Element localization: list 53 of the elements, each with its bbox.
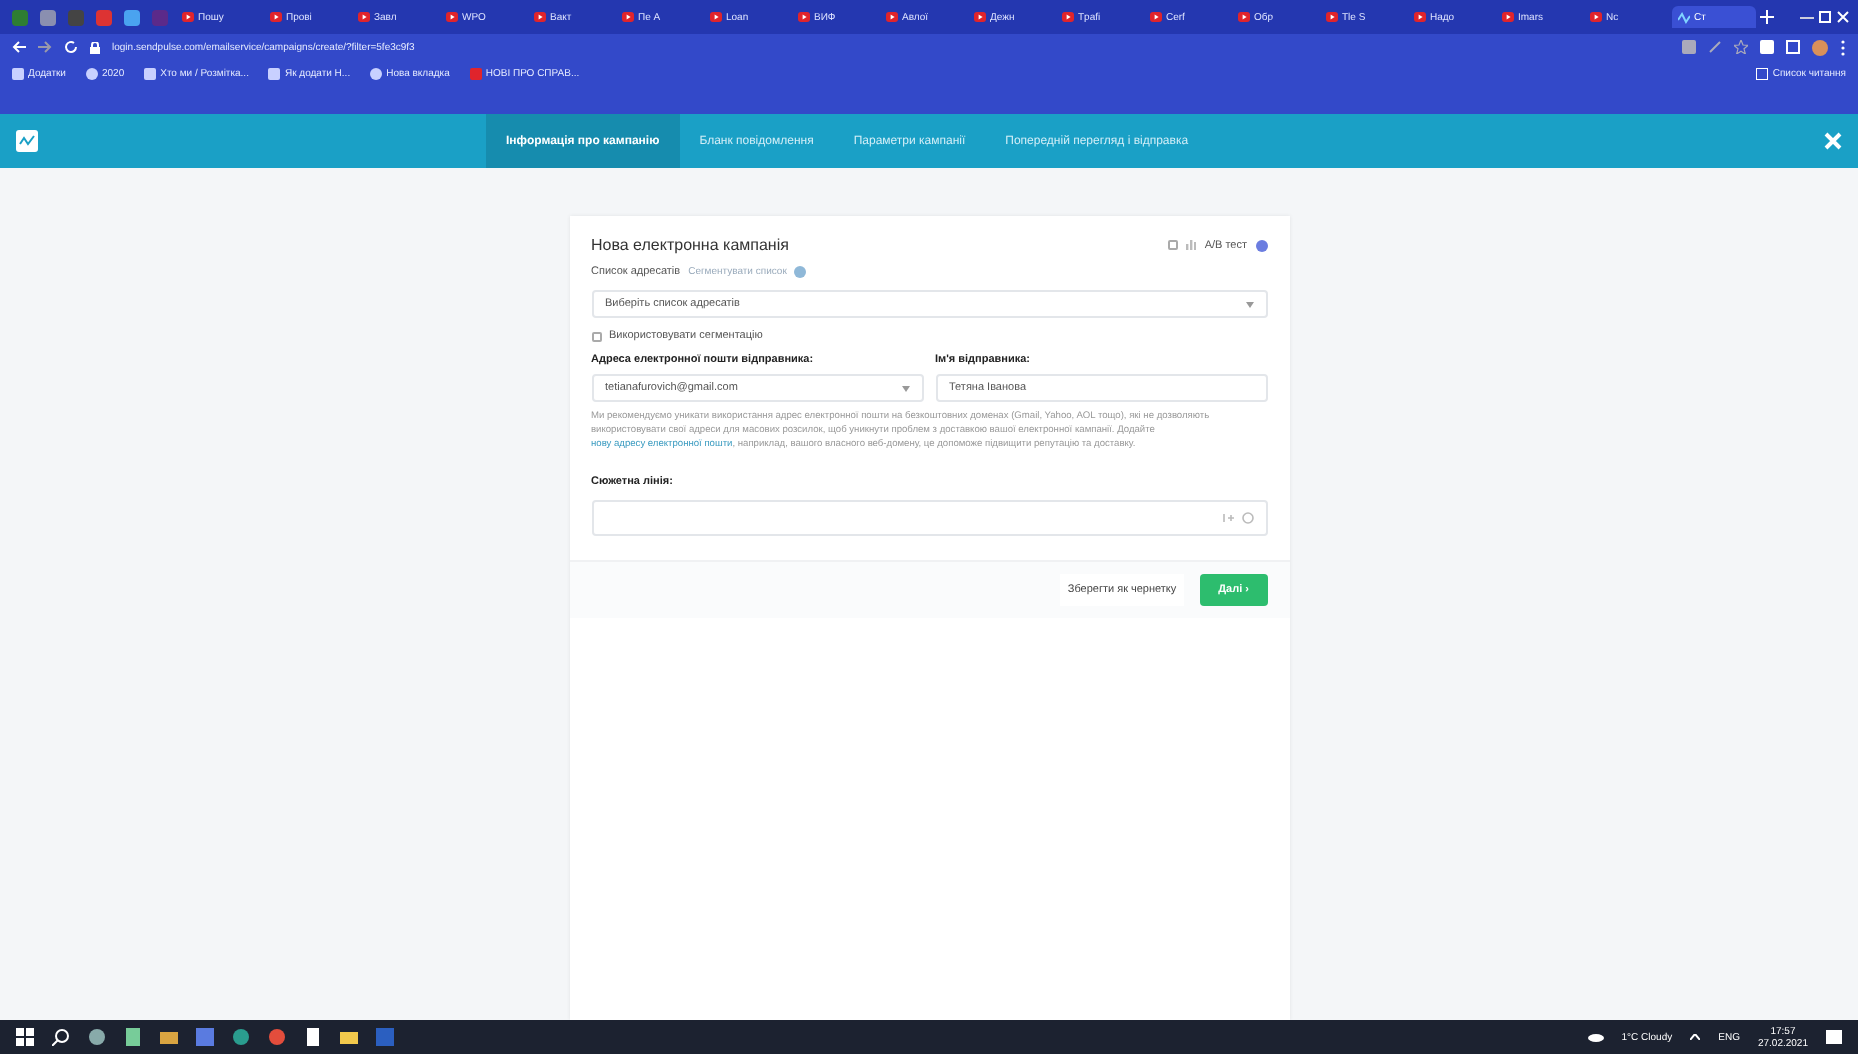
- bookmark-icon: [469, 67, 482, 79]
- start-icon[interactable]: [16, 1028, 34, 1046]
- bookmark-icon: [12, 67, 24, 79]
- play-favicon-icon: [622, 11, 634, 23]
- play-favicon-icon: [886, 11, 898, 23]
- close-icon[interactable]: [1836, 10, 1850, 24]
- back-icon[interactable]: [12, 40, 26, 54]
- dropdown-caret-icon: [1245, 301, 1253, 307]
- more-menu-icon[interactable]: [1840, 39, 1846, 55]
- play-favicon-icon: [1062, 11, 1074, 23]
- play-favicon-icon: [182, 11, 194, 23]
- play-favicon-icon: [798, 11, 810, 23]
- new-tab-icon[interactable]: [1760, 10, 1774, 24]
- play-favicon-icon: [446, 11, 458, 23]
- play-favicon-icon: [358, 11, 370, 23]
- play-favicon-icon: [534, 11, 546, 23]
- play-favicon-icon: [1502, 11, 1514, 23]
- reading-list-icon: [1756, 67, 1769, 79]
- dropdown-caret-icon: [901, 385, 909, 391]
- chevron-up-icon[interactable]: [1690, 1034, 1701, 1040]
- play-favicon-icon: [974, 11, 986, 23]
- forward-icon[interactable]: [38, 40, 52, 54]
- bookmark-icon: [370, 67, 383, 79]
- wave-favicon-icon: [1678, 11, 1690, 23]
- play-favicon-icon: [1150, 11, 1162, 23]
- bookmark-icon: [144, 67, 157, 79]
- folder-icon[interactable]: [160, 1028, 178, 1046]
- subject-field[interactable]: [591, 500, 1267, 536]
- reload-icon[interactable]: [64, 40, 78, 54]
- checkbox[interactable]: [591, 331, 601, 341]
- play-favicon-icon: [710, 11, 722, 23]
- lock-icon: [90, 41, 100, 53]
- document-icon[interactable]: [304, 1028, 322, 1046]
- chart-icon: [1186, 240, 1197, 250]
- card-title: Нова електронна кампанія: [591, 236, 791, 254]
- bookmark-icon: [268, 67, 281, 79]
- search-icon[interactable]: [52, 1028, 70, 1046]
- avatar-icon[interactable]: [1812, 39, 1828, 55]
- star-icon[interactable]: [1734, 40, 1748, 54]
- play-favicon-icon: [1238, 11, 1250, 23]
- checkbox[interactable]: [1168, 240, 1179, 250]
- info-icon[interactable]: [794, 266, 807, 278]
- cloud-icon: [1587, 1032, 1604, 1042]
- bookmark-icon: [85, 67, 98, 79]
- logo-icon[interactable]: [16, 130, 38, 152]
- maximize-icon[interactable]: [1818, 10, 1832, 24]
- info-icon[interactable]: [1255, 239, 1267, 251]
- play-favicon-icon: [270, 11, 282, 23]
- play-favicon-icon: [1414, 11, 1426, 23]
- emoji-icon[interactable]: [1241, 512, 1253, 524]
- folder-icon[interactable]: [340, 1028, 358, 1046]
- play-favicon-icon: [1326, 11, 1338, 23]
- play-favicon-icon: [1590, 11, 1602, 23]
